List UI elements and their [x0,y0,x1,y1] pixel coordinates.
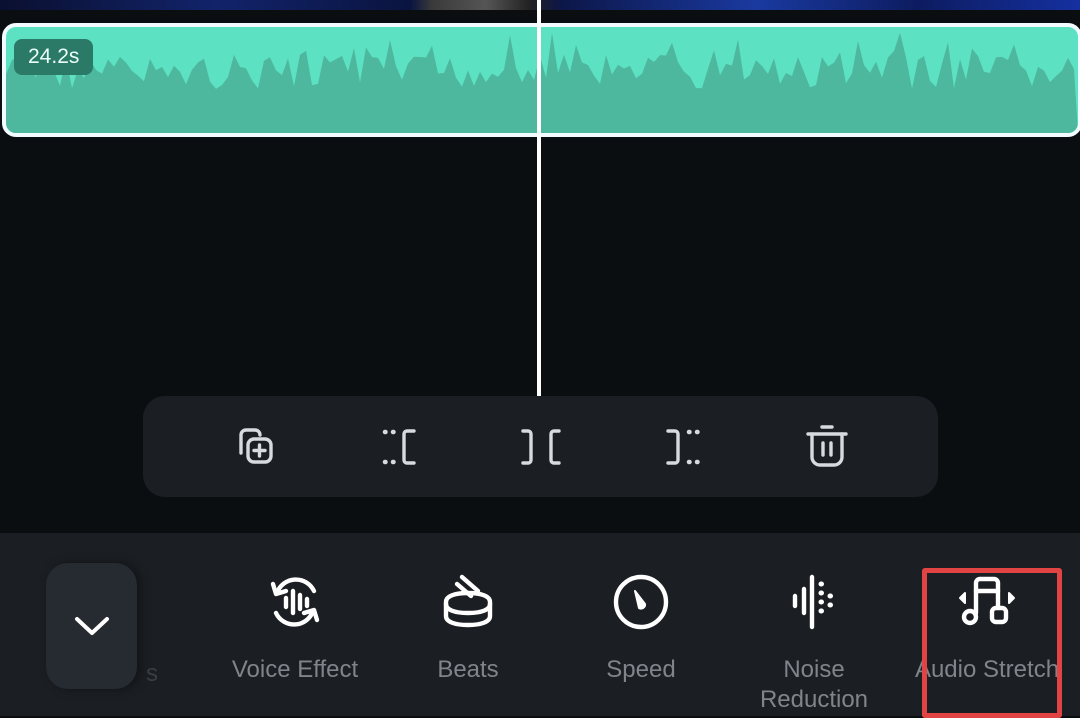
split-button[interactable] [511,417,571,477]
playhead[interactable] [537,0,541,396]
beats-drum-icon [443,574,493,628]
audio-feature-panel: s Voice Effect Beats Speed Noise Reducti… [0,533,1080,716]
audio-stretch-icon [959,576,1015,626]
feature-beats[interactable]: Beats [383,569,553,685]
chevron-down-icon [74,617,109,635]
collapse-panel-button[interactable] [46,563,137,689]
trim-start-icon [382,428,416,465]
voice-effect-icon [270,577,320,627]
speedometer-icon [613,574,669,630]
feature-label: Noise Reduction [759,656,869,713]
trim-end-icon [665,428,700,465]
hidden-feature-label: s [146,660,158,687]
delete-button[interactable] [797,417,857,477]
clip-edit-toolbar [143,396,938,497]
feature-label: Beats [437,656,499,683]
feature-voice-effect[interactable]: Voice Effect [210,569,380,685]
audio-clip[interactable]: 24.2s [2,23,1080,137]
clip-duration-badge: 24.2s [14,39,94,75]
duplicate-icon [238,427,273,464]
audio-waveform [6,32,1078,133]
trash-icon [805,424,848,467]
feature-label: Audio Stretch [914,656,1060,683]
feature-label: Voice Effect [231,656,359,683]
trim-end-button[interactable] [654,417,714,477]
noise-reduction-icon [792,574,833,630]
trim-start-button[interactable] [368,417,428,477]
duplicate-button[interactable] [225,417,285,477]
feature-noise-reduction[interactable]: Noise Reduction [729,569,899,715]
feature-label: Speed [606,656,676,683]
split-icon [520,428,561,465]
feature-speed[interactable]: Speed [556,569,726,685]
feature-audio-stretch[interactable]: Audio Stretch [902,569,1072,685]
